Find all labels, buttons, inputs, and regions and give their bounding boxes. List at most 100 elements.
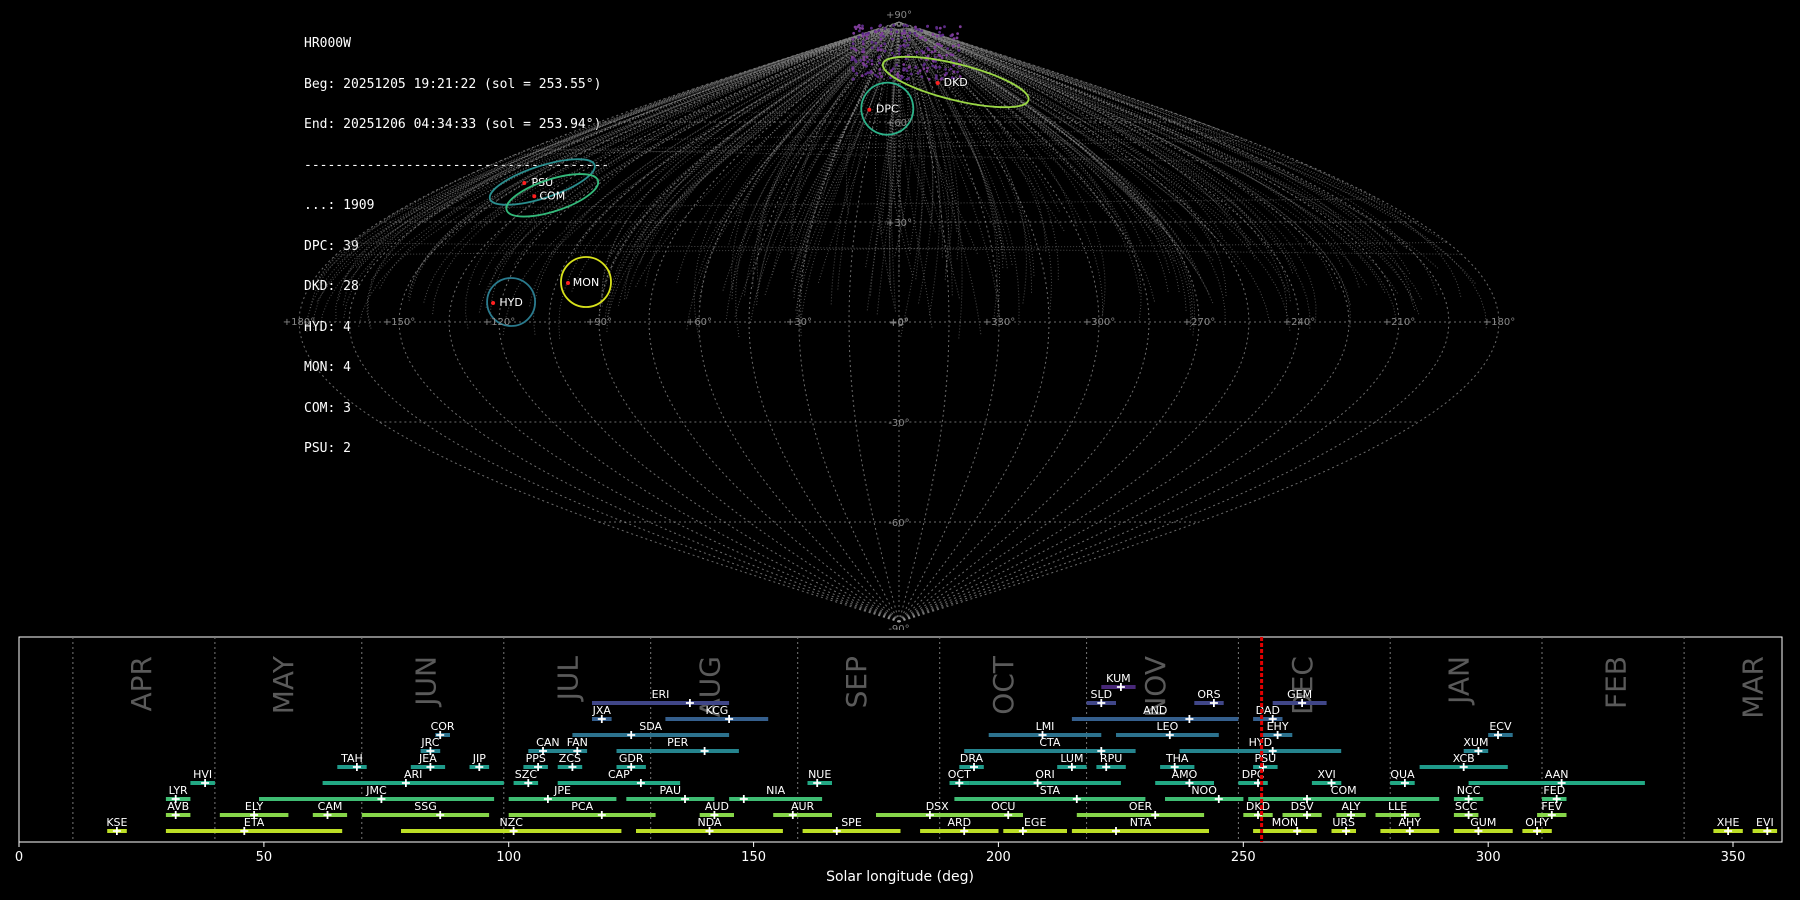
shower-label: KUM: [1106, 672, 1130, 685]
meteor-track: [911, 28, 1288, 292]
shower-peak-marker: [1151, 811, 1160, 819]
shower-bar: [920, 829, 999, 833]
shower-label: QUA: [1390, 768, 1415, 781]
radiant-label: DKD: [944, 76, 968, 89]
shower-label: KSE: [106, 816, 127, 829]
shower-bar: [1071, 829, 1209, 833]
meteor-point: [850, 58, 854, 62]
shower-label: NDA: [697, 816, 722, 829]
meteor-point: [918, 69, 922, 73]
meteor-track: [914, 28, 1294, 274]
shower-label: JXA: [592, 704, 612, 717]
month-label: JAN: [1443, 656, 1476, 706]
shower-label: SZC: [515, 768, 538, 781]
meteor-point: [944, 68, 947, 71]
shower-peak-marker: [636, 779, 645, 787]
shower-label: ARD: [947, 816, 971, 829]
shower-bar: [773, 813, 832, 817]
meteor-track: [407, 28, 881, 298]
shower-label: CAM: [318, 800, 343, 813]
meteor-track: [387, 28, 1379, 219]
shower-label: OCT: [948, 768, 971, 781]
radiant-label: COM: [539, 189, 565, 202]
meteor-track: [914, 28, 1251, 245]
radiant-center: [532, 194, 537, 199]
shower-label: STA: [1040, 784, 1061, 797]
meteor-point: [862, 63, 866, 67]
shower-label: AAN: [1545, 768, 1569, 781]
meteor-point: [920, 29, 923, 33]
meteor-point: [951, 44, 955, 48]
meteor-point: [882, 34, 885, 38]
shower-peak-marker: [681, 795, 689, 803]
shower-label: AUR: [791, 800, 815, 813]
shower-bar: [1311, 781, 1342, 785]
longitude-tick-label: +180°: [1483, 317, 1515, 328]
meteor-point: [902, 63, 906, 66]
shower-bar: [508, 813, 656, 817]
meteor-point: [878, 55, 881, 58]
meteor-point: [854, 49, 858, 52]
meteor-point: [879, 44, 883, 48]
shower-label: OER: [1129, 800, 1153, 813]
meteor-track: [730, 28, 892, 289]
meteor-point: [859, 59, 863, 62]
meteor-point: [868, 71, 872, 75]
shower-label: NTA: [1130, 816, 1152, 829]
meteor-point: [851, 42, 855, 46]
shower-bar: [1194, 701, 1224, 705]
shower-peak-marker: [1112, 827, 1120, 835]
shower-bar: [508, 797, 617, 801]
month-label: FEB: [1599, 656, 1632, 709]
x-tick-label: 200: [986, 850, 1011, 865]
meridian-line: [348, 21, 900, 623]
x-tick-label: 300: [1476, 850, 1501, 865]
meteor-point: [861, 32, 865, 36]
longitude-tick-label: +0°: [889, 317, 909, 328]
shower-label: CAP: [608, 768, 630, 781]
x-tick-label: 150: [741, 850, 766, 865]
shower-bar: [322, 781, 504, 785]
meteor-point: [951, 53, 955, 57]
shower-label: EVI: [1756, 816, 1774, 829]
meteor-point: [940, 56, 944, 60]
meteor-track: [513, 28, 885, 265]
meteor-point: [943, 25, 946, 29]
meteor-point: [938, 30, 941, 34]
meteor-point: [931, 33, 935, 36]
shower-label: NUE: [808, 768, 831, 781]
meteor-point: [851, 37, 855, 41]
shower-bar: [876, 813, 999, 817]
shower-bar: [1165, 797, 1244, 801]
meteor-point: [861, 42, 865, 46]
meteor-point: [938, 26, 942, 30]
shower-label: FAN: [567, 736, 588, 749]
meteor-track: [914, 28, 1291, 302]
meteor-point: [915, 50, 919, 54]
shower-peak-marker: [543, 795, 552, 803]
shower-bar: [165, 829, 343, 833]
meteor-track: [601, 28, 887, 307]
meteor-point: [935, 34, 939, 38]
meteor-point: [870, 26, 873, 30]
longitude-tick-label: +240°: [1283, 317, 1315, 328]
meteor-point: [938, 65, 942, 69]
meteor-point: [945, 53, 949, 57]
shower-label: LUM: [1060, 752, 1083, 765]
meteor-point: [957, 43, 961, 47]
shower-label: JPE: [553, 784, 571, 797]
shower-peak-marker: [700, 747, 709, 755]
meteor-point: [850, 55, 854, 59]
meteor-point: [902, 67, 906, 71]
meteor-point: [955, 36, 959, 40]
latitude-tick-label: +30°: [886, 218, 912, 229]
meteor-track: [319, 28, 881, 330]
meteor-point: [862, 58, 866, 62]
meteor-track: [790, 28, 894, 254]
meteor-point: [865, 33, 869, 37]
meteor-point: [870, 62, 874, 66]
meteor-point: [862, 55, 866, 59]
meteor-point: [905, 24, 909, 27]
shower-label: NZC: [499, 816, 523, 829]
meteor-point: [934, 66, 938, 70]
